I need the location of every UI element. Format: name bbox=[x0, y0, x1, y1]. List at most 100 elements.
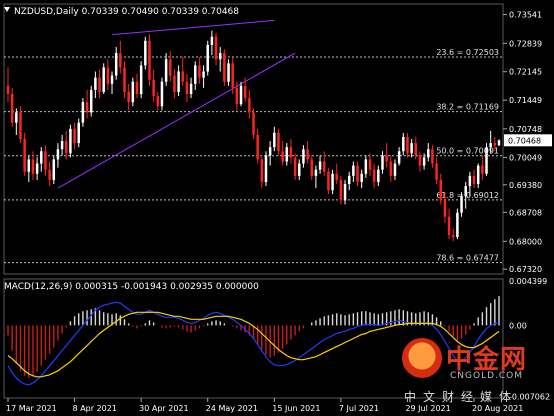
candle-body bbox=[264, 155, 268, 182]
candle-body bbox=[397, 151, 401, 164]
candle-body bbox=[144, 40, 147, 66]
candle-body bbox=[202, 71, 205, 78]
price-tick-label: 0.71449 bbox=[509, 96, 542, 105]
candle-body bbox=[372, 169, 376, 182]
candle-body bbox=[435, 163, 438, 180]
candle-body bbox=[268, 147, 272, 156]
candle-body bbox=[173, 75, 176, 92]
candle-body bbox=[214, 36, 218, 60]
candle-body bbox=[169, 59, 172, 76]
candle-body bbox=[464, 186, 467, 197]
fib-label-1: 38.2 = 0.71169 bbox=[436, 103, 499, 112]
candle-body bbox=[381, 155, 384, 170]
candle-body bbox=[156, 96, 160, 107]
candle-body bbox=[69, 128, 72, 154]
candle-body bbox=[123, 67, 126, 92]
candle-body bbox=[451, 235, 455, 238]
candle-body bbox=[185, 81, 189, 94]
candle-body bbox=[289, 147, 293, 158]
fib-label-2: 50.0 = 0.70091 bbox=[436, 147, 499, 156]
candle-body bbox=[15, 112, 18, 123]
candle-body bbox=[389, 161, 393, 176]
watermark-url: CNGOLD.COM bbox=[450, 371, 524, 381]
macd-axis-label: 0.004399 bbox=[509, 277, 547, 286]
candle-body bbox=[293, 157, 297, 176]
candle-body bbox=[414, 143, 418, 156]
candle-body bbox=[447, 216, 451, 236]
header-close: 0.70468 bbox=[202, 7, 239, 17]
candle-body bbox=[81, 102, 85, 123]
candle-body bbox=[493, 143, 497, 146]
candle-body bbox=[177, 71, 180, 92]
candle-body bbox=[256, 134, 259, 160]
candle-body bbox=[56, 149, 60, 160]
candle-body bbox=[322, 161, 326, 172]
candle-body bbox=[218, 53, 222, 60]
candle-body bbox=[347, 175, 351, 184]
candle-body bbox=[306, 149, 309, 160]
price-tick-label: 0.73541 bbox=[509, 11, 542, 20]
watermark-subtitle: 中文财经媒体 bbox=[404, 390, 519, 404]
candle-body bbox=[94, 77, 97, 90]
candle-body bbox=[368, 159, 372, 170]
candle-body bbox=[285, 147, 289, 162]
candle-body bbox=[410, 143, 413, 154]
candle-body bbox=[489, 143, 492, 148]
price-tick-label: 0.70049 bbox=[509, 153, 542, 162]
candle-body bbox=[497, 140, 501, 146]
header-low: 0.70339 bbox=[162, 7, 202, 17]
candle-body bbox=[206, 44, 209, 72]
candle-body bbox=[127, 91, 130, 103]
current-price-label: 0.70468 bbox=[508, 136, 541, 145]
cngold-logo-icon bbox=[402, 338, 442, 378]
macd-label: MACD(12,26,9) 0.000315 -0.001943 0.00293… bbox=[4, 282, 259, 292]
candle-body bbox=[119, 53, 122, 68]
candle-body bbox=[298, 163, 301, 176]
candle-body bbox=[235, 87, 239, 105]
candle-body bbox=[139, 65, 143, 94]
candle-body bbox=[77, 122, 80, 144]
fib-label-4: 78.6 = 0.67477 bbox=[436, 254, 499, 263]
candle-body bbox=[110, 75, 114, 84]
price-tick-label: 0.72839 bbox=[509, 39, 542, 48]
candle-body bbox=[352, 165, 355, 176]
candle-body bbox=[476, 165, 480, 184]
candlesticks bbox=[6, 30, 501, 242]
candle-body bbox=[239, 85, 243, 105]
candle-body bbox=[481, 165, 484, 174]
candle-body bbox=[60, 141, 64, 150]
candle-body bbox=[152, 79, 155, 97]
candle-body bbox=[468, 175, 472, 187]
time-tick-label: 17 Mar 2021 bbox=[6, 404, 57, 413]
price-tick-label: 0.69380 bbox=[509, 181, 542, 190]
header-high: 0.70490 bbox=[122, 7, 162, 17]
header-triangle-icon bbox=[4, 7, 10, 12]
time-tick-label: 24 May 2021 bbox=[206, 404, 258, 413]
trendlines bbox=[57, 19, 296, 189]
price-tick-label: 0.68708 bbox=[509, 208, 542, 217]
candle-body bbox=[160, 81, 164, 107]
candle-body bbox=[277, 132, 280, 152]
candle-body bbox=[223, 53, 226, 82]
candle-body bbox=[106, 67, 110, 84]
candle-body bbox=[164, 59, 168, 82]
candle-body bbox=[248, 98, 251, 113]
candle-body bbox=[102, 67, 105, 92]
price-tick-label: 0.67320 bbox=[509, 265, 542, 274]
candle-body bbox=[198, 65, 201, 78]
candle-body bbox=[131, 81, 135, 103]
candle-body bbox=[189, 83, 193, 94]
chart-header: NZDUSD,Daily 0.70339 0.70490 0.70339 0.7… bbox=[14, 7, 239, 17]
candle-body bbox=[273, 132, 276, 148]
candle-body bbox=[73, 128, 76, 144]
candle-body bbox=[364, 159, 368, 174]
time-tick-label: 8 Apr 2021 bbox=[73, 404, 117, 413]
candle-body bbox=[31, 159, 35, 174]
candle-body bbox=[314, 169, 318, 176]
candle-body bbox=[85, 102, 89, 113]
candle-body bbox=[260, 159, 264, 182]
candle-body bbox=[243, 85, 247, 99]
candle-body bbox=[6, 85, 10, 94]
candle-body bbox=[431, 149, 434, 164]
candle-body bbox=[472, 175, 476, 184]
